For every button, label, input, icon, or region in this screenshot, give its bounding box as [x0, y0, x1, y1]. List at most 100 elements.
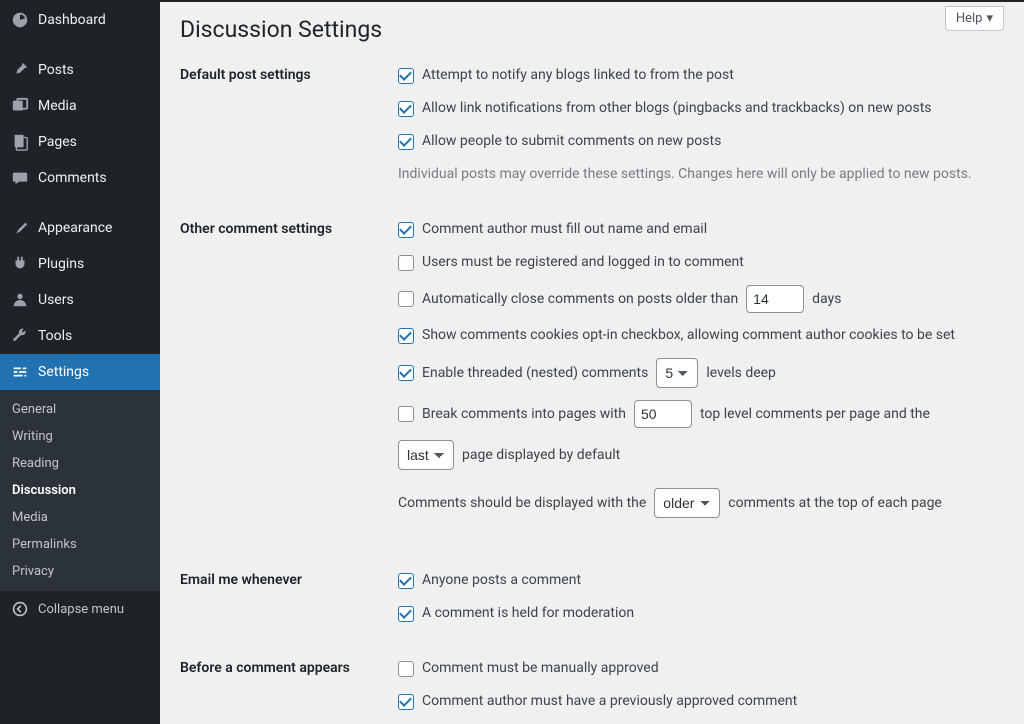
sidebar-item-label: Pages: [38, 134, 77, 150]
option-label: Users must be registered and logged in t…: [422, 252, 744, 273]
option-prev-approved[interactable]: Comment author must have a previously ap…: [398, 691, 1004, 712]
collapse-label: Collapse menu: [38, 602, 124, 617]
select-comment-order[interactable]: older: [654, 488, 720, 518]
collapse-menu-button[interactable]: Collapse menu: [0, 591, 160, 627]
sidebar-item-tools[interactable]: Tools: [0, 318, 160, 354]
help-tab[interactable]: Help ▾: [945, 6, 1004, 31]
sidebar-item-comments[interactable]: Comments: [0, 160, 160, 196]
sidebar-item-label: Posts: [38, 62, 74, 78]
media-icon: [10, 96, 30, 116]
checkbox-allow-comments[interactable]: [398, 134, 414, 150]
option-cookies[interactable]: Show comments cookies opt-in checkbox, a…: [398, 325, 1004, 346]
submenu-writing[interactable]: Writing: [0, 423, 160, 450]
option-prefix: Automatically close comments on posts ol…: [422, 289, 738, 310]
section-note: Individual posts may override these sett…: [398, 164, 1004, 185]
option-label: Attempt to notify any blogs linked to fr…: [422, 65, 734, 86]
caret-down-icon: ▾: [986, 11, 993, 26]
option-manual-approve[interactable]: Comment must be manually approved: [398, 658, 1004, 679]
section-email-me: Email me whenever Anyone posts a comment…: [180, 570, 1004, 624]
option-label: Allow link notifications from other blog…: [422, 98, 932, 119]
sidebar-item-media[interactable]: Media: [0, 88, 160, 124]
section-before-appears: Before a comment appears Comment must be…: [180, 658, 1004, 712]
checkbox-email-anyone[interactable]: [398, 573, 414, 589]
input-per-page[interactable]: [634, 400, 692, 428]
section-heading: Other comment settings: [180, 219, 398, 237]
option-suffix: comments at the top of each page: [728, 495, 942, 511]
sidebar-item-label: Comments: [38, 170, 107, 186]
checkbox-notify-blogs[interactable]: [398, 68, 414, 84]
checkbox-cookies[interactable]: [398, 328, 414, 344]
option-suffix: page displayed by default: [462, 447, 620, 463]
collapse-icon: [10, 599, 30, 619]
help-label: Help: [956, 11, 983, 26]
sidebar-item-dashboard[interactable]: Dashboard: [0, 2, 160, 38]
comment-icon: [10, 168, 30, 188]
sidebar-item-settings[interactable]: Settings: [0, 354, 160, 390]
option-suffix: top level comments per page and the: [700, 404, 930, 425]
option-label: Anyone posts a comment: [422, 570, 581, 591]
sidebar-item-appearance[interactable]: Appearance: [0, 210, 160, 246]
checkbox-allow-pingbacks[interactable]: [398, 101, 414, 117]
option-display-order: Comments should be displayed with the ol…: [398, 488, 1004, 518]
option-allow-pingbacks[interactable]: Allow link notifications from other blog…: [398, 98, 1004, 119]
sidebar-item-posts[interactable]: Posts: [0, 52, 160, 88]
option-suffix: levels deep: [706, 363, 776, 384]
option-email-moderation[interactable]: A comment is held for moderation: [398, 603, 1004, 624]
sidebar-item-label: Dashboard: [38, 12, 106, 28]
input-autoclose-days[interactable]: [746, 285, 804, 313]
settings-submenu: General Writing Reading Discussion Media…: [0, 390, 160, 591]
submenu-media[interactable]: Media: [0, 504, 160, 531]
checkbox-fillout[interactable]: [398, 222, 414, 238]
checkbox-email-moderation[interactable]: [398, 606, 414, 622]
option-label: Show comments cookies opt-in checkbox, a…: [422, 325, 955, 346]
sidebar-item-label: Tools: [38, 328, 72, 344]
option-paged[interactable]: Break comments into pages with top level…: [398, 400, 1004, 428]
page-icon: [10, 132, 30, 152]
wrench-icon: [10, 326, 30, 346]
submenu-general[interactable]: General: [0, 396, 160, 423]
sidebar-item-pages[interactable]: Pages: [0, 124, 160, 160]
checkbox-autoclose[interactable]: [398, 291, 414, 307]
option-registered[interactable]: Users must be registered and logged in t…: [398, 252, 1004, 273]
user-icon: [10, 290, 30, 310]
checkbox-paged[interactable]: [398, 406, 414, 422]
checkbox-registered[interactable]: [398, 255, 414, 271]
option-prefix: Comments should be displayed with the: [398, 495, 646, 511]
select-page-order[interactable]: last: [398, 440, 454, 470]
sidebar-item-label: Plugins: [38, 256, 84, 272]
sidebar-item-plugins[interactable]: Plugins: [0, 246, 160, 282]
submenu-privacy[interactable]: Privacy: [0, 558, 160, 585]
option-page-order: last page displayed by default: [398, 440, 1004, 470]
option-autoclose[interactable]: Automatically close comments on posts ol…: [398, 285, 1004, 313]
checkbox-manual-approve[interactable]: [398, 661, 414, 677]
dashboard-icon: [10, 10, 30, 30]
option-suffix: days: [812, 289, 841, 310]
option-threaded[interactable]: Enable threaded (nested) comments 5 leve…: [398, 358, 1004, 388]
section-other-comment: Other comment settings Comment author mu…: [180, 219, 1004, 536]
option-prefix: Enable threaded (nested) comments: [422, 363, 648, 384]
sidebar-item-users[interactable]: Users: [0, 282, 160, 318]
sidebar-item-label: Settings: [38, 364, 89, 380]
option-notify-blogs[interactable]: Attempt to notify any blogs linked to fr…: [398, 65, 1004, 86]
select-thread-depth[interactable]: 5: [656, 358, 698, 388]
sliders-icon: [10, 362, 30, 382]
plug-icon: [10, 254, 30, 274]
option-fillout[interactable]: Comment author must fill out name and em…: [398, 219, 1004, 240]
brush-icon: [10, 218, 30, 238]
option-label: Comment author must fill out name and em…: [422, 219, 707, 240]
checkbox-prev-approved[interactable]: [398, 694, 414, 710]
section-heading: Email me whenever: [180, 570, 398, 588]
option-label: Allow people to submit comments on new p…: [422, 131, 721, 152]
option-label: A comment is held for moderation: [422, 603, 634, 624]
submenu-permalinks[interactable]: Permalinks: [0, 531, 160, 558]
option-label: Comment must be manually approved: [422, 658, 659, 679]
option-label: Comment author must have a previously ap…: [422, 691, 797, 712]
main-content: Help ▾ Discussion Settings Default post …: [160, 2, 1024, 724]
sidebar-item-label: Media: [38, 98, 77, 114]
option-allow-comments[interactable]: Allow people to submit comments on new p…: [398, 131, 1004, 152]
option-email-anyone[interactable]: Anyone posts a comment: [398, 570, 1004, 591]
submenu-reading[interactable]: Reading: [0, 450, 160, 477]
submenu-discussion[interactable]: Discussion: [0, 477, 160, 504]
page-title: Discussion Settings: [180, 16, 1004, 43]
checkbox-threaded[interactable]: [398, 365, 414, 381]
